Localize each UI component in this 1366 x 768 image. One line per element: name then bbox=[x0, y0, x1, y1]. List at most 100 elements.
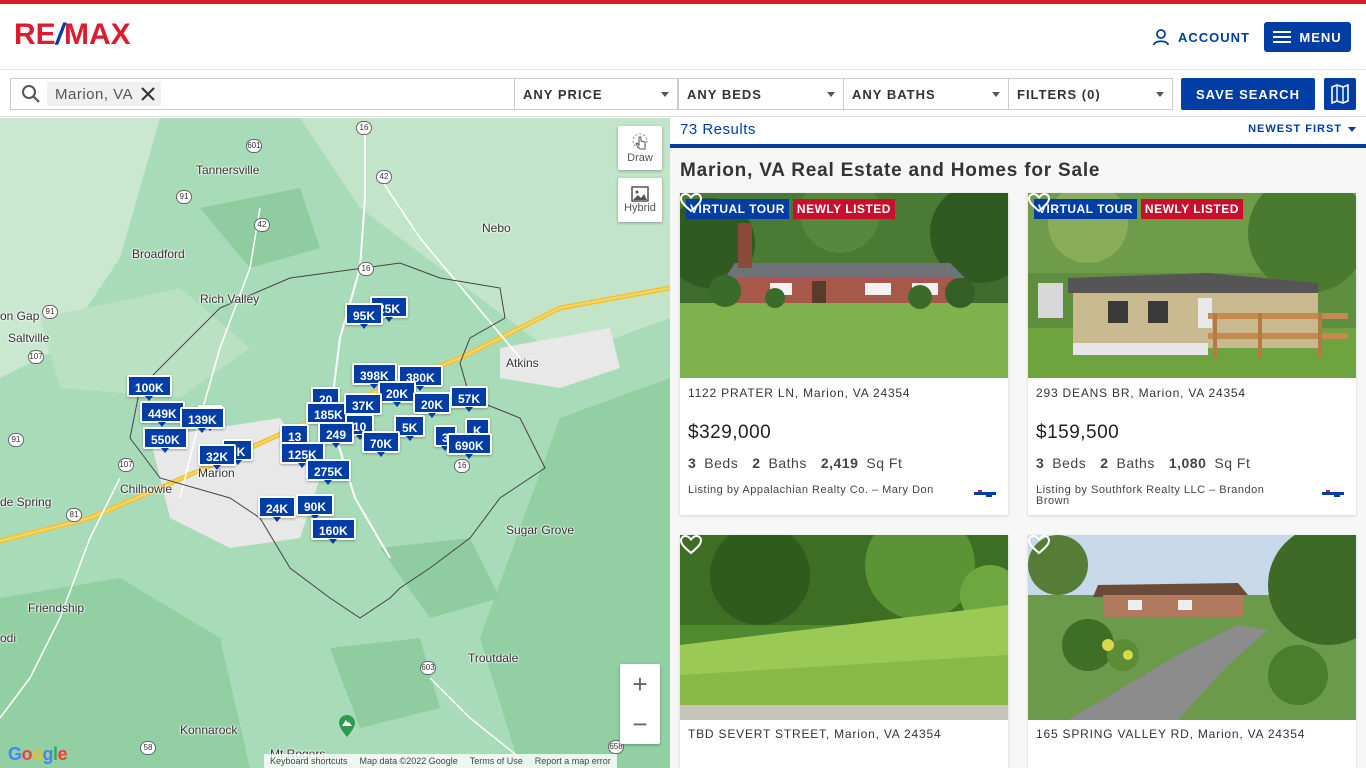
report-map-error-link[interactable]: Report a map error bbox=[529, 754, 617, 768]
listing-agent: Listing by Southfork Realty LLC – Brando… bbox=[1036, 484, 1265, 507]
map-price-pin[interactable]: 100K bbox=[127, 375, 172, 401]
map[interactable]: Tannersville Broadford Nebo Rich Valley … bbox=[0, 118, 670, 768]
map-place-label: Chilhowie bbox=[120, 482, 173, 496]
map-price-pin[interactable]: 20K bbox=[413, 392, 452, 418]
account-link[interactable]: ACCOUNT bbox=[1152, 26, 1250, 48]
map-price-pin[interactable]: 95K bbox=[345, 303, 384, 329]
results-count: 73 Results bbox=[680, 121, 756, 138]
price-filter-dropdown[interactable]: ANY PRICE bbox=[514, 78, 678, 110]
route-shield: 16 bbox=[358, 262, 374, 276]
baths-count: 2 bbox=[752, 455, 761, 471]
map-price-pin[interactable]: 90K bbox=[296, 494, 335, 520]
search-icon bbox=[22, 85, 40, 103]
listing-specs: 3 Beds 2 Baths 1,080 Sq Ft bbox=[1036, 455, 1264, 471]
listing-card[interactable]: VIRTUAL TOUR NEWLY LISTED 1122 PRATER LN… bbox=[680, 193, 1008, 515]
listing-specs: 3 Beds 2 Baths 2,419 Sq Ft bbox=[688, 455, 916, 471]
draw-tool-label: Draw bbox=[627, 152, 653, 164]
map-attribution: Keyboard shortcuts Map data ©2022 Google… bbox=[264, 754, 617, 768]
location-chip-text: Marion, VA bbox=[55, 85, 134, 103]
hybrid-view-button[interactable]: Hybrid bbox=[618, 178, 662, 222]
map-price-pin[interactable]: 550K bbox=[143, 427, 188, 453]
logo-slash: / bbox=[55, 18, 65, 51]
sqft-value: 2,419 bbox=[820, 455, 859, 471]
listing-badges: VIRTUAL TOUR NEWLY LISTED bbox=[1034, 199, 1247, 219]
zoom-control: + − bbox=[620, 664, 660, 744]
chevron-down-icon bbox=[992, 92, 1000, 97]
broker-logo-icon bbox=[974, 490, 996, 497]
zoom-out-button[interactable]: − bbox=[620, 704, 660, 744]
map-place-label: Sugar Grove bbox=[506, 523, 575, 537]
map-place-label: Konnarock bbox=[180, 723, 238, 737]
map-place-label: Saltville bbox=[8, 331, 50, 345]
listing-card[interactable]: 165 SPRING VALLEY RD, Marion, VA 24354 bbox=[1028, 535, 1356, 768]
map-price-pin[interactable]: 70K bbox=[362, 431, 401, 457]
listing-address: 165 SPRING VALLEY RD, Marion, VA 24354 bbox=[1036, 727, 1306, 741]
draw-tool-button[interactable]: Draw bbox=[618, 126, 662, 170]
hand-pointer-icon bbox=[632, 133, 648, 150]
map-place-label: Tannersville bbox=[196, 163, 260, 177]
zoom-in-button[interactable]: + bbox=[620, 664, 660, 704]
map-price-pin[interactable]: 275K bbox=[306, 459, 351, 485]
menu-label: MENU bbox=[1299, 29, 1342, 45]
save-search-button[interactable]: SAVE SEARCH bbox=[1181, 78, 1315, 110]
sort-dropdown[interactable]: NEWEST FIRST bbox=[1248, 123, 1356, 135]
terms-link[interactable]: Terms of Use bbox=[464, 754, 529, 768]
chevron-down-icon bbox=[1348, 126, 1356, 132]
keyboard-shortcuts-link[interactable]: Keyboard shortcuts bbox=[264, 754, 354, 768]
listing-card[interactable]: VIRTUAL TOUR NEWLY LISTED 293 DEANS BR, … bbox=[1028, 193, 1356, 515]
route-shield: 16 bbox=[356, 121, 372, 135]
map-icon bbox=[1331, 84, 1349, 104]
price-filter-label: ANY PRICE bbox=[523, 86, 603, 102]
map-price-pin[interactable]: 20K bbox=[378, 381, 417, 407]
chevron-down-icon bbox=[1156, 92, 1164, 97]
baths-label: Baths bbox=[1116, 455, 1155, 471]
menu-button[interactable]: MENU bbox=[1264, 22, 1351, 52]
map-price-pin[interactable]: 690K bbox=[447, 433, 492, 459]
route-shield: 81 bbox=[66, 508, 82, 522]
route-shield: 42 bbox=[376, 170, 392, 184]
heart-icon[interactable] bbox=[1028, 193, 1050, 213]
baths-filter-dropdown[interactable]: ANY BATHS bbox=[843, 78, 1009, 110]
map-view-toggle-button[interactable] bbox=[1324, 78, 1356, 110]
map-place-label: Friendship bbox=[28, 601, 85, 615]
house-photo-4 bbox=[1028, 535, 1356, 720]
map-price-pin[interactable]: 449K bbox=[140, 401, 185, 427]
heart-icon[interactable] bbox=[680, 535, 702, 555]
baths-label: Baths bbox=[768, 455, 807, 471]
route-shield: 16 bbox=[454, 459, 470, 473]
map-place-label: Rich Valley bbox=[200, 292, 260, 306]
map-price-pin[interactable]: 32K bbox=[198, 444, 237, 470]
filter-bar: Marion, VA ANY PRICE ANY BEDS ANY BATHS … bbox=[0, 71, 1366, 117]
listing-photo[interactable] bbox=[1028, 535, 1356, 720]
beds-filter-dropdown[interactable]: ANY BEDS bbox=[678, 78, 844, 110]
map-price-pin[interactable]: 249 bbox=[318, 422, 355, 448]
map-price-pin[interactable]: 24K bbox=[258, 496, 297, 522]
map-price-pin[interactable]: 160K bbox=[311, 518, 356, 544]
listing-address: 1122 PRATER LN, Marion, VA 24354 bbox=[688, 386, 911, 400]
map-price-pin[interactable]: 37K bbox=[344, 393, 383, 419]
heart-icon[interactable] bbox=[1028, 535, 1050, 555]
map-price-pin[interactable]: 139K bbox=[180, 407, 225, 433]
map-place-label: Nebo bbox=[482, 221, 511, 235]
account-label: ACCOUNT bbox=[1178, 29, 1250, 45]
mountain-icon bbox=[339, 715, 355, 737]
hybrid-view-label: Hybrid bbox=[624, 202, 656, 214]
listing-price: $159,500 bbox=[1036, 422, 1120, 443]
remax-logo[interactable]: RE/MAX bbox=[14, 18, 131, 52]
newly-listed-badge: NEWLY LISTED bbox=[1140, 199, 1243, 219]
map-price-pin[interactable]: 57K bbox=[450, 386, 489, 412]
listing-card[interactable]: TBD SEVERT STREET, Marion, VA 24354 bbox=[680, 535, 1008, 768]
location-search-input[interactable]: Marion, VA bbox=[10, 78, 514, 110]
route-shield: 91 bbox=[42, 305, 58, 319]
close-icon[interactable] bbox=[141, 87, 155, 101]
beds-count: 3 bbox=[1036, 455, 1045, 471]
map-place-label: Atkins bbox=[506, 356, 539, 370]
heart-icon[interactable] bbox=[680, 193, 702, 213]
beds-label: Beds bbox=[704, 455, 739, 471]
more-filters-dropdown[interactable]: FILTERS (0) bbox=[1008, 78, 1173, 110]
route-shield: 91 bbox=[8, 433, 24, 447]
map-place-label: Broadford bbox=[132, 247, 185, 261]
listing-photo[interactable] bbox=[680, 535, 1008, 720]
listing-photo[interactable]: VIRTUAL TOUR NEWLY LISTED bbox=[680, 193, 1008, 378]
listing-photo[interactable]: VIRTUAL TOUR NEWLY LISTED bbox=[1028, 193, 1356, 378]
